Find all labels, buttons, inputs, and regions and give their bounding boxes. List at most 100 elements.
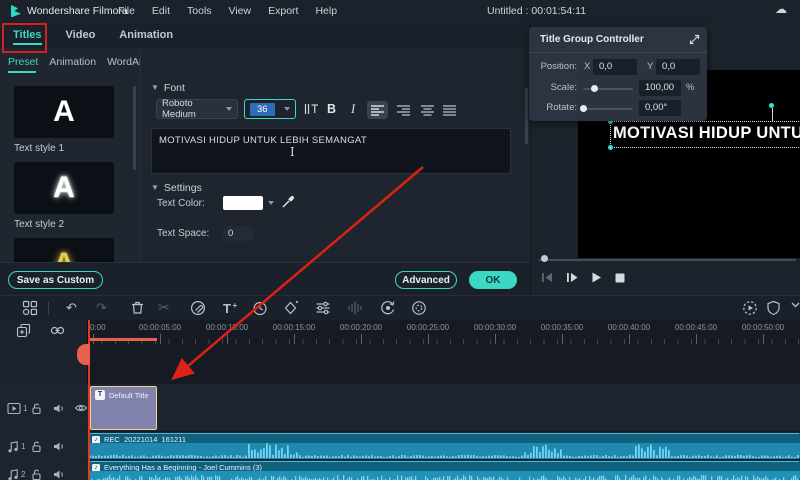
scale-input[interactable]: 100,00 (639, 80, 681, 96)
clip-name: Default Title (109, 391, 149, 400)
speed-icon[interactable] (252, 300, 268, 316)
timeline-clip-default-title[interactable]: T Default Title (90, 386, 157, 430)
text-space-input[interactable]: 0 (223, 226, 253, 241)
previous-frame-icon[interactable] (541, 272, 553, 283)
rotate-input[interactable]: 0,00° (639, 100, 681, 116)
add-text-icon[interactable]: T + (222, 300, 239, 316)
chevron-down-icon[interactable] (791, 300, 800, 309)
mute-track-icon[interactable] (52, 468, 65, 480)
text-style-item[interactable]: A Text style 1 (14, 86, 118, 154)
subtab-preset[interactable]: Preset (8, 56, 38, 73)
subtab-animation[interactable]: Animation (49, 56, 96, 73)
position-x-input[interactable]: 0,0 (593, 59, 637, 75)
redo-icon[interactable]: ↷ (96, 301, 107, 314)
timeline-clip-music[interactable]: ♪ Everything Has a Beginning - Joel Cumm… (89, 461, 800, 480)
menu-export[interactable]: Export (268, 5, 298, 17)
save-as-custom-button[interactable]: Save as Custom (8, 271, 103, 289)
split-scissors-icon[interactable]: ✂ (158, 300, 170, 314)
title-text-input[interactable]: MOTIVASI HIDUP UNTUK LEBIH SEMANGAT I (151, 128, 511, 174)
text-color-label: Text Color: (157, 198, 205, 209)
ok-button[interactable]: OK (469, 271, 517, 289)
eyedropper-icon[interactable] (281, 194, 296, 209)
collapse-font-icon[interactable]: ▼ (151, 83, 159, 92)
motion-tracking-icon[interactable] (380, 300, 396, 316)
timeline-clip-rec-audio[interactable]: ♪ REC_20221014_161211 (89, 433, 800, 459)
media-library-icon[interactable] (22, 300, 38, 316)
align-left-button[interactable] (367, 101, 388, 119)
divider (529, 52, 707, 53)
x-label: X (584, 61, 591, 72)
vertical-text-icon[interactable] (303, 101, 319, 117)
shield-icon[interactable] (766, 300, 781, 316)
text-color-swatch[interactable] (223, 196, 263, 210)
play-icon[interactable] (591, 272, 602, 283)
menu-view[interactable]: View (229, 5, 252, 17)
position-label: Position: (540, 61, 577, 72)
rotate-handle[interactable] (769, 103, 774, 108)
menu-file[interactable]: File (118, 5, 135, 17)
text-style-item[interactable]: A Text style 2 (14, 162, 118, 230)
delete-icon[interactable] (130, 300, 145, 315)
rotate-handle-stem (772, 108, 773, 121)
render-preview-icon[interactable] (742, 300, 758, 316)
font-family-select[interactable]: Roboto Medium (156, 98, 238, 120)
menu-tools[interactable]: Tools (187, 5, 212, 17)
editor-scrollbar[interactable] (525, 88, 528, 144)
position-y-input[interactable]: 0,0 (656, 59, 700, 75)
next-frame-icon[interactable] (566, 272, 578, 283)
audio-denoise-icon[interactable] (347, 300, 363, 316)
align-center-button[interactable] (417, 101, 438, 119)
chevron-down-icon[interactable] (268, 201, 274, 205)
advanced-button[interactable]: Advanced (395, 271, 457, 289)
preview-title-text[interactable]: MOTIVASI HIDUP UNTUK LEBIH SEMANGAT (613, 124, 800, 143)
audio-track-type-icon: 2 (7, 468, 25, 480)
ruler-label: 00:00:25:00 (406, 323, 450, 332)
add-media-to-track-icon[interactable] (16, 323, 31, 338)
scale-slider-knob[interactable] (591, 85, 598, 92)
lock-track-icon[interactable] (30, 468, 43, 480)
align-right-button[interactable] (393, 101, 414, 119)
chroma-key-icon[interactable] (411, 300, 427, 316)
font-size-select[interactable]: 36 (244, 99, 296, 119)
text-style-item[interactable]: A (14, 238, 118, 262)
align-justify-button[interactable] (439, 101, 460, 119)
playhead-grip[interactable] (77, 344, 90, 365)
preset-subtab-bar: Preset Animation WordArt (8, 56, 140, 73)
ruler-label: 00:00:50:00 (741, 323, 785, 332)
rotate-slider-knob[interactable] (580, 105, 587, 112)
keyframe-icon[interactable] (283, 300, 299, 316)
tab-video[interactable]: Video (66, 22, 96, 48)
mute-track-icon[interactable] (52, 440, 65, 453)
clip-range-highlight (88, 338, 157, 341)
link-clips-icon[interactable] (50, 324, 65, 337)
style-preview-tile[interactable]: A (14, 238, 114, 262)
italic-icon[interactable]: I (351, 102, 355, 117)
track-index: 2 (21, 470, 26, 479)
crop-icon[interactable] (190, 300, 206, 316)
mute-track-icon[interactable] (52, 402, 65, 415)
svg-text:+: + (233, 301, 238, 310)
style-preview-tile[interactable]: A (14, 162, 114, 214)
text-cursor: I (290, 145, 295, 159)
lock-track-icon[interactable] (30, 402, 43, 415)
seekbar-thumb[interactable] (541, 255, 548, 262)
preview-seekbar[interactable] (539, 259, 796, 261)
color-adjust-icon[interactable] (315, 300, 331, 316)
timeline: 0:00 00:00:05:00 00:00:10:00 00:00:15:00 00:… (0, 320, 800, 480)
menu-edit[interactable]: Edit (152, 5, 170, 17)
collapse-settings-icon[interactable]: ▼ (151, 183, 159, 192)
cloud-upload-icon[interactable]: ☁ (775, 2, 787, 16)
tab-animation[interactable]: Animation (119, 22, 173, 48)
lock-track-icon[interactable] (30, 440, 43, 453)
collapse-panel-icon[interactable] (689, 34, 700, 45)
bold-icon[interactable]: B (327, 102, 336, 116)
stop-icon[interactable] (615, 273, 625, 283)
style-preview-tile[interactable]: A (14, 86, 114, 138)
subtab-wordart[interactable]: WordArt (107, 56, 140, 73)
rotate-slider[interactable] (583, 108, 633, 110)
menu-help[interactable]: Help (315, 5, 337, 17)
left-panel-scrollbar[interactable] (133, 86, 136, 170)
selection-handle[interactable] (608, 145, 613, 150)
undo-icon[interactable]: ↶ (66, 301, 77, 314)
hide-track-icon[interactable] (74, 402, 88, 414)
